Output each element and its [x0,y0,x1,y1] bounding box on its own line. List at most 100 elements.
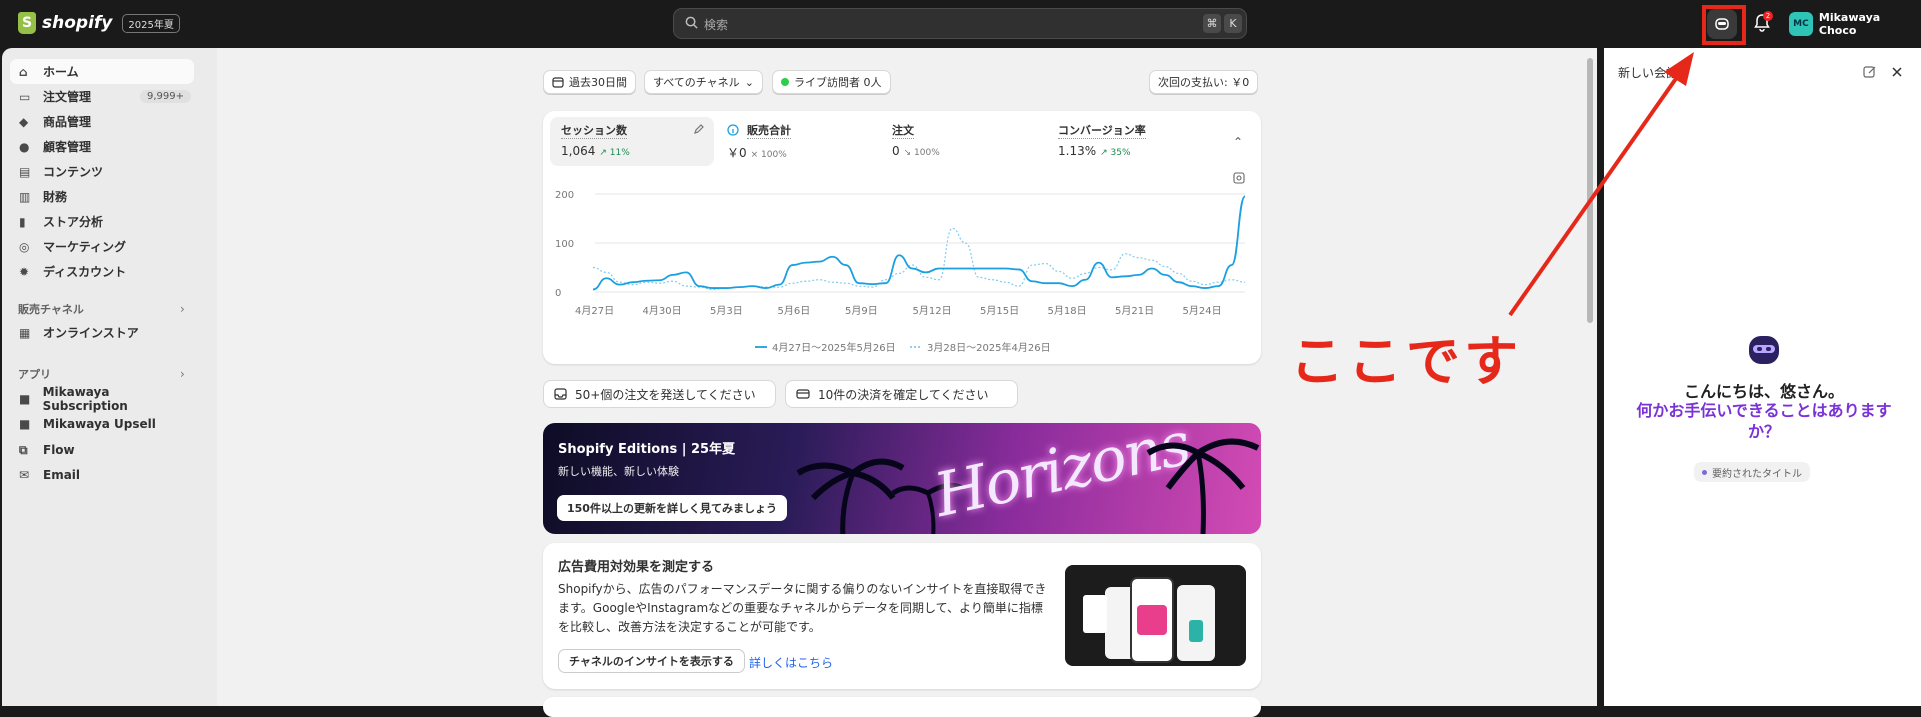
user-name: Mikawaya Choco [1818,11,1881,37]
sidebar-item-label: 顧客管理 [43,140,92,154]
legend-label: 4月27日〜2025年5月26日 [772,341,896,354]
date-range-label: 過去30日間 [569,76,627,89]
task-capture-payments[interactable]: 10件の決済を確定してください [785,380,1018,408]
highlight-box [1702,5,1746,45]
store-icon: ▦ [19,325,31,340]
tag-icon: ◆ [19,114,29,129]
email-icon: ✉ [19,468,30,482]
channel-select[interactable]: すべてのチャネル ⌄ [644,70,763,94]
home-icon: ⌂ [19,64,28,79]
task-ship-orders[interactable]: 50+個の注文を発送してください [543,380,776,408]
x-tick-label: 4月27日 [575,305,614,317]
sidebar-item-label: オンラインストア [43,326,139,340]
chevron-right-icon[interactable]: › [180,367,185,381]
palm-tree-illustration [1146,438,1260,534]
bar-chart-icon: ▮ [19,214,26,229]
top-bar: S shopify 2025年夏 検索 ⌘ K 2 MC Mikawaya Ch… [0,0,1921,48]
sidebar-item[interactable]: ● 顧客管理 [10,134,194,159]
view-insights-button[interactable]: チャネルのインサイトを表示する [558,649,745,673]
sidebar-item[interactable]: ■ Mikawaya Upsell [10,412,194,437]
x-tick-label: 5月21日 [1115,305,1154,317]
sidebar-item[interactable]: ■ Mikawaya Subscription [10,384,194,413]
task-label: 10件の決済を確定してください [818,387,989,402]
sidebar-item-label: 注文管理 [43,90,92,104]
banner-title: Shopify Editions | 25年夏 [558,442,736,457]
app-icon: ■ [19,391,31,406]
user-menu[interactable]: MC Mikawaya Choco [1789,11,1921,37]
x-tick-label: 5月6日 [778,305,811,317]
live-visitors-button[interactable]: ライブ訪問者 0人 [772,70,891,94]
suggestion-chip[interactable]: 要約されたタイトル [1694,462,1810,482]
apps-heading[interactable]: アプリ [18,366,51,382]
logo-text: shopify [42,13,113,33]
sidebar-item-label: Email [43,468,81,482]
legend-label: 3月28日〜2025年4月26日 [927,341,1051,354]
edition-badge[interactable]: 2025年夏 [122,13,180,33]
x-tick-label: 5月12日 [913,305,952,317]
metric-value: ￥0 [727,146,747,160]
next-payment-button[interactable]: 次回の支払い: ￥0 [1149,70,1259,94]
chevron-up-icon[interactable]: ⌃ [1233,135,1243,149]
metric-value: 1.13% [1058,144,1097,158]
metric-label: 注文 [892,124,914,139]
sidebar-item[interactable]: ◎ マーケティング [10,234,194,259]
channel-label: すべてのチャネル [653,76,740,89]
sidebar-item[interactable]: ⌂ ホーム [10,59,194,84]
x-tick-label: 5月15日 [980,305,1019,317]
sidebar-item[interactable]: ◆ 商品管理 [10,109,194,134]
sidekick-mascot-icon [1749,336,1779,364]
date-range-button[interactable]: 過去30日間 [543,70,636,94]
flow-icon: ⧉ [19,442,28,457]
search-bar[interactable]: 検索 ⌘ K [673,8,1247,39]
metric-conversion[interactable]: コンバージョン率 1.13% ↗ 35% [1058,122,1146,158]
banner-button[interactable]: 150件以上の更新を詳しく見てみましょう [557,495,787,521]
metric-change: ↗ 11% [599,148,630,158]
sidebar-item[interactable]: ✹ ディスカウント [10,259,194,284]
sidebar-item-label: Mikawaya Subscription [42,384,128,413]
sidebar-item[interactable]: ⧉ Flow [10,437,194,462]
sidebar-item-label: ホーム [43,65,79,79]
sidebar-item-label: コンテンツ [43,165,104,179]
shopify-bag-icon: S [18,12,36,34]
x-tick-label: 5月9日 [845,305,878,317]
metric-orders[interactable]: 注文 0 ↘ 100% [892,122,940,158]
live-visitors-label: ライブ訪問者 0人 [794,76,882,89]
annotation-text: ここです [1290,330,1522,393]
sidebar-item-label: Mikawaya Upsell [43,417,156,431]
discount-icon: ✹ [19,264,30,279]
sidebar-item-label: 財務 [43,190,68,204]
y-tick-label: 200 [555,190,574,201]
metric-sessions[interactable]: セッション数 1,064 ↗ 11% [561,122,630,158]
metric-change: ↗ 35% [1100,148,1131,158]
sidebar-item[interactable]: ▤ コンテンツ [10,159,194,184]
live-dot-icon [781,78,789,86]
panel-title: 新しい会話 [1618,66,1679,80]
scrollbar[interactable] [1587,58,1593,323]
bank-icon: ▥ [19,189,31,204]
sidebar-item-label: ストア分析 [43,215,104,229]
close-icon[interactable] [1891,66,1903,78]
chevron-right-icon[interactable]: › [180,302,185,316]
series-line-previous [592,227,1246,291]
metric-change: × 100% [750,150,787,160]
sales-channels-heading[interactable]: 販売チャネル [18,301,84,317]
y-tick-label: 0 [555,288,561,299]
sidebar-item[interactable]: ▮ ストア分析 [10,209,194,234]
sidebar-item[interactable]: ✉ Email [10,463,194,488]
editions-banner[interactable]: Horizons Shopify Editions | 25年夏 新しい機能、新… [543,423,1261,534]
edit-icon[interactable] [693,123,705,135]
calendar-icon [552,77,564,88]
sidebar-item[interactable]: ▦ オンラインストア [10,320,194,345]
metric-sales[interactable]: 販売合計 ￥0 × 100% [727,122,791,160]
command-key: ⌘ [1203,14,1221,33]
metric-label: コンバージョン率 [1058,124,1146,139]
next-payment-label: 次回の支払い: ￥0 [1158,76,1250,89]
metric-value: 1,064 [561,144,596,158]
sidebar-item[interactable]: ▭ 注文管理 9,999+ [10,84,194,109]
shopify-logo[interactable]: S shopify 2025年夏 [18,12,180,34]
x-tick-label: 5月24日 [1183,305,1222,317]
learn-more-link[interactable]: 詳しくはこちら [749,654,833,671]
sidebar-item[interactable]: ▥ 財務 [10,184,194,209]
sidebar-item-label: Flow [43,442,75,457]
new-chat-icon[interactable] [1863,65,1877,79]
